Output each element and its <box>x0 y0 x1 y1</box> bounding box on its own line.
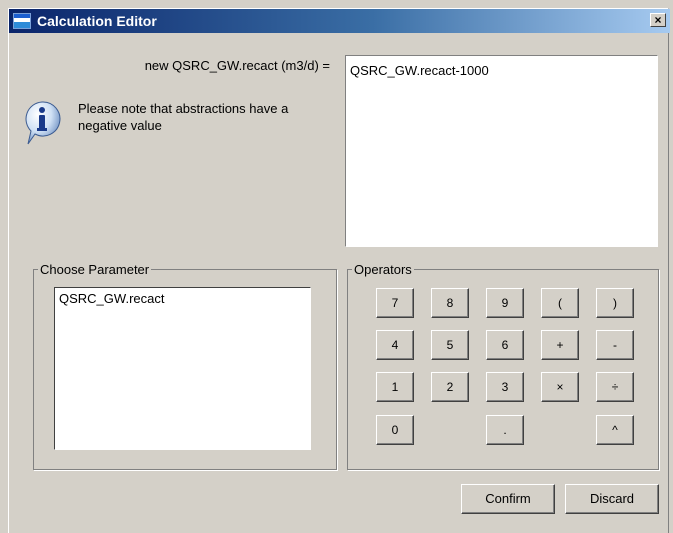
key-decimal[interactable]: . <box>486 415 524 445</box>
key-power[interactable]: ^ <box>596 415 634 445</box>
key-6[interactable]: 6 <box>486 330 524 360</box>
confirm-button[interactable]: Confirm <box>461 484 555 514</box>
key-plus[interactable]: + <box>541 330 579 360</box>
key-8[interactable]: 8 <box>431 288 469 318</box>
info-icon <box>22 100 62 150</box>
note-text: Please note that abstractions have a neg… <box>78 101 289 133</box>
key-0[interactable]: 0 <box>376 415 414 445</box>
choose-parameter-legend: Choose Parameter <box>40 262 150 277</box>
close-button[interactable]: × <box>650 13 666 27</box>
key-3[interactable]: 3 <box>486 372 524 402</box>
discard-button[interactable]: Discard <box>565 484 659 514</box>
key-1[interactable]: 1 <box>376 372 414 402</box>
parameter-item[interactable]: QSRC_GW.recact <box>59 291 306 306</box>
parameter-list[interactable]: QSRC_GW.recact <box>54 287 311 450</box>
app-icon <box>13 13 31 29</box>
key-open-paren[interactable]: ( <box>541 288 579 318</box>
key-minus[interactable]: - <box>596 330 634 360</box>
key-close-paren[interactable]: ) <box>596 288 634 318</box>
key-multiply[interactable]: × <box>541 372 579 402</box>
key-7[interactable]: 7 <box>376 288 414 318</box>
formula-label: new QSRC_GW.recact (m3/d) = <box>144 58 330 73</box>
key-9[interactable]: 9 <box>486 288 524 318</box>
window-title: Calculation Editor <box>37 13 157 29</box>
key-5[interactable]: 5 <box>431 330 469 360</box>
key-2[interactable]: 2 <box>431 372 469 402</box>
formula-input[interactable]: QSRC_GW.recact-1000 <box>345 55 658 247</box>
operators-legend: Operators <box>354 262 412 277</box>
key-divide[interactable]: ÷ <box>596 372 634 402</box>
title-bar[interactable]: Calculation Editor × <box>9 9 670 33</box>
key-4[interactable]: 4 <box>376 330 414 360</box>
